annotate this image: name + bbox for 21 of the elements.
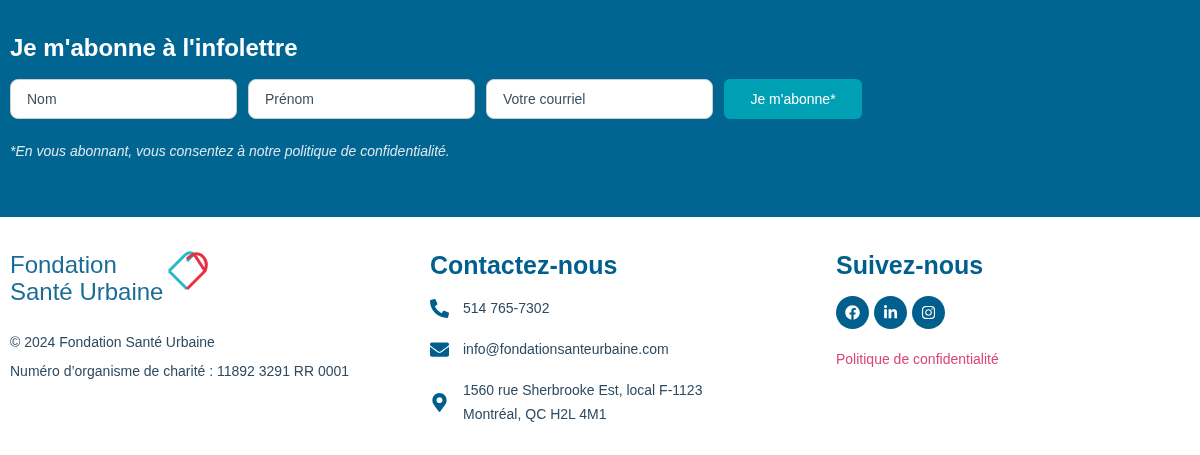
copyright-text: © 2024 Fondation Santé Urbaine [10,335,216,350]
consent-note: *En vous abonnant, vous consentez à notre politique de confidentialité. [10,143,451,159]
contact-text[interactable]: info@fondationsanteurbaine.com [463,337,669,361]
newsletter-title: Je m'abonne à l'infolettre [10,34,299,62]
envelope-icon [430,339,449,359]
map-pin-icon [430,392,449,412]
input-field[interactable]: Votre courriel [486,79,713,119]
contact-text[interactable]: 514 765-7302 [463,296,550,320]
heart-logo-icon [167,251,210,291]
contact-heading: Contactez-nous [430,251,619,280]
facebook-icon[interactable] [836,296,869,329]
input-field[interactable]: Prénom [248,79,475,119]
contact-text: 1560 rue Sherbrooke Est, local F-1123 Montréal, QC H2L 4M1 [463,381,703,424]
follow-heading: Suivez-nous [836,251,985,280]
charity-number: Numéro d’organisme de charité : 11892 3291 RR 0001 [10,364,351,379]
privacy-link[interactable]: Politique de confidentialité [836,351,1200,367]
phone-icon [430,298,449,318]
instagram-icon[interactable] [912,296,945,329]
logo-text: Fondation Santé Urbaine [10,251,164,305]
input-field[interactable]: Nom [10,79,237,119]
linkedin-icon[interactable] [874,296,907,329]
